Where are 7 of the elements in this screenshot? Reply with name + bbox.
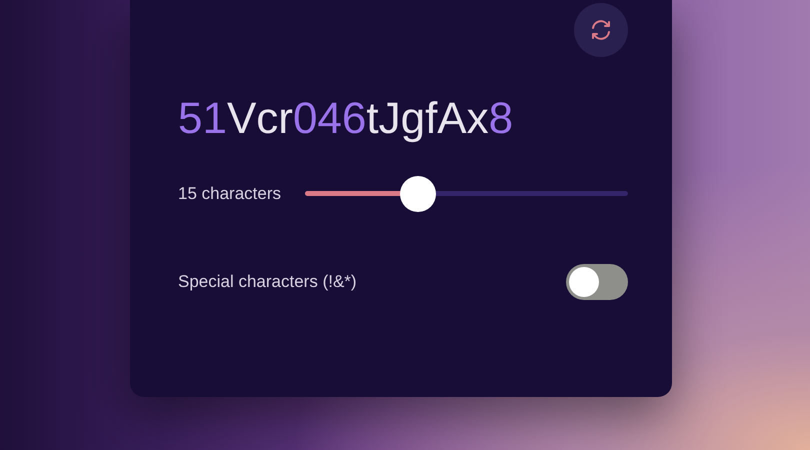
toggle-switch[interactable] xyxy=(566,264,628,300)
length-label: 15 characters xyxy=(178,183,281,206)
special-characters-label: Special characters (!&*) xyxy=(178,271,357,294)
slider-thumb[interactable] xyxy=(400,176,436,212)
refresh-icon xyxy=(589,18,613,42)
length-slider[interactable] xyxy=(305,176,628,212)
password-text: 51Vcr046tJgfAx8 xyxy=(178,93,514,145)
